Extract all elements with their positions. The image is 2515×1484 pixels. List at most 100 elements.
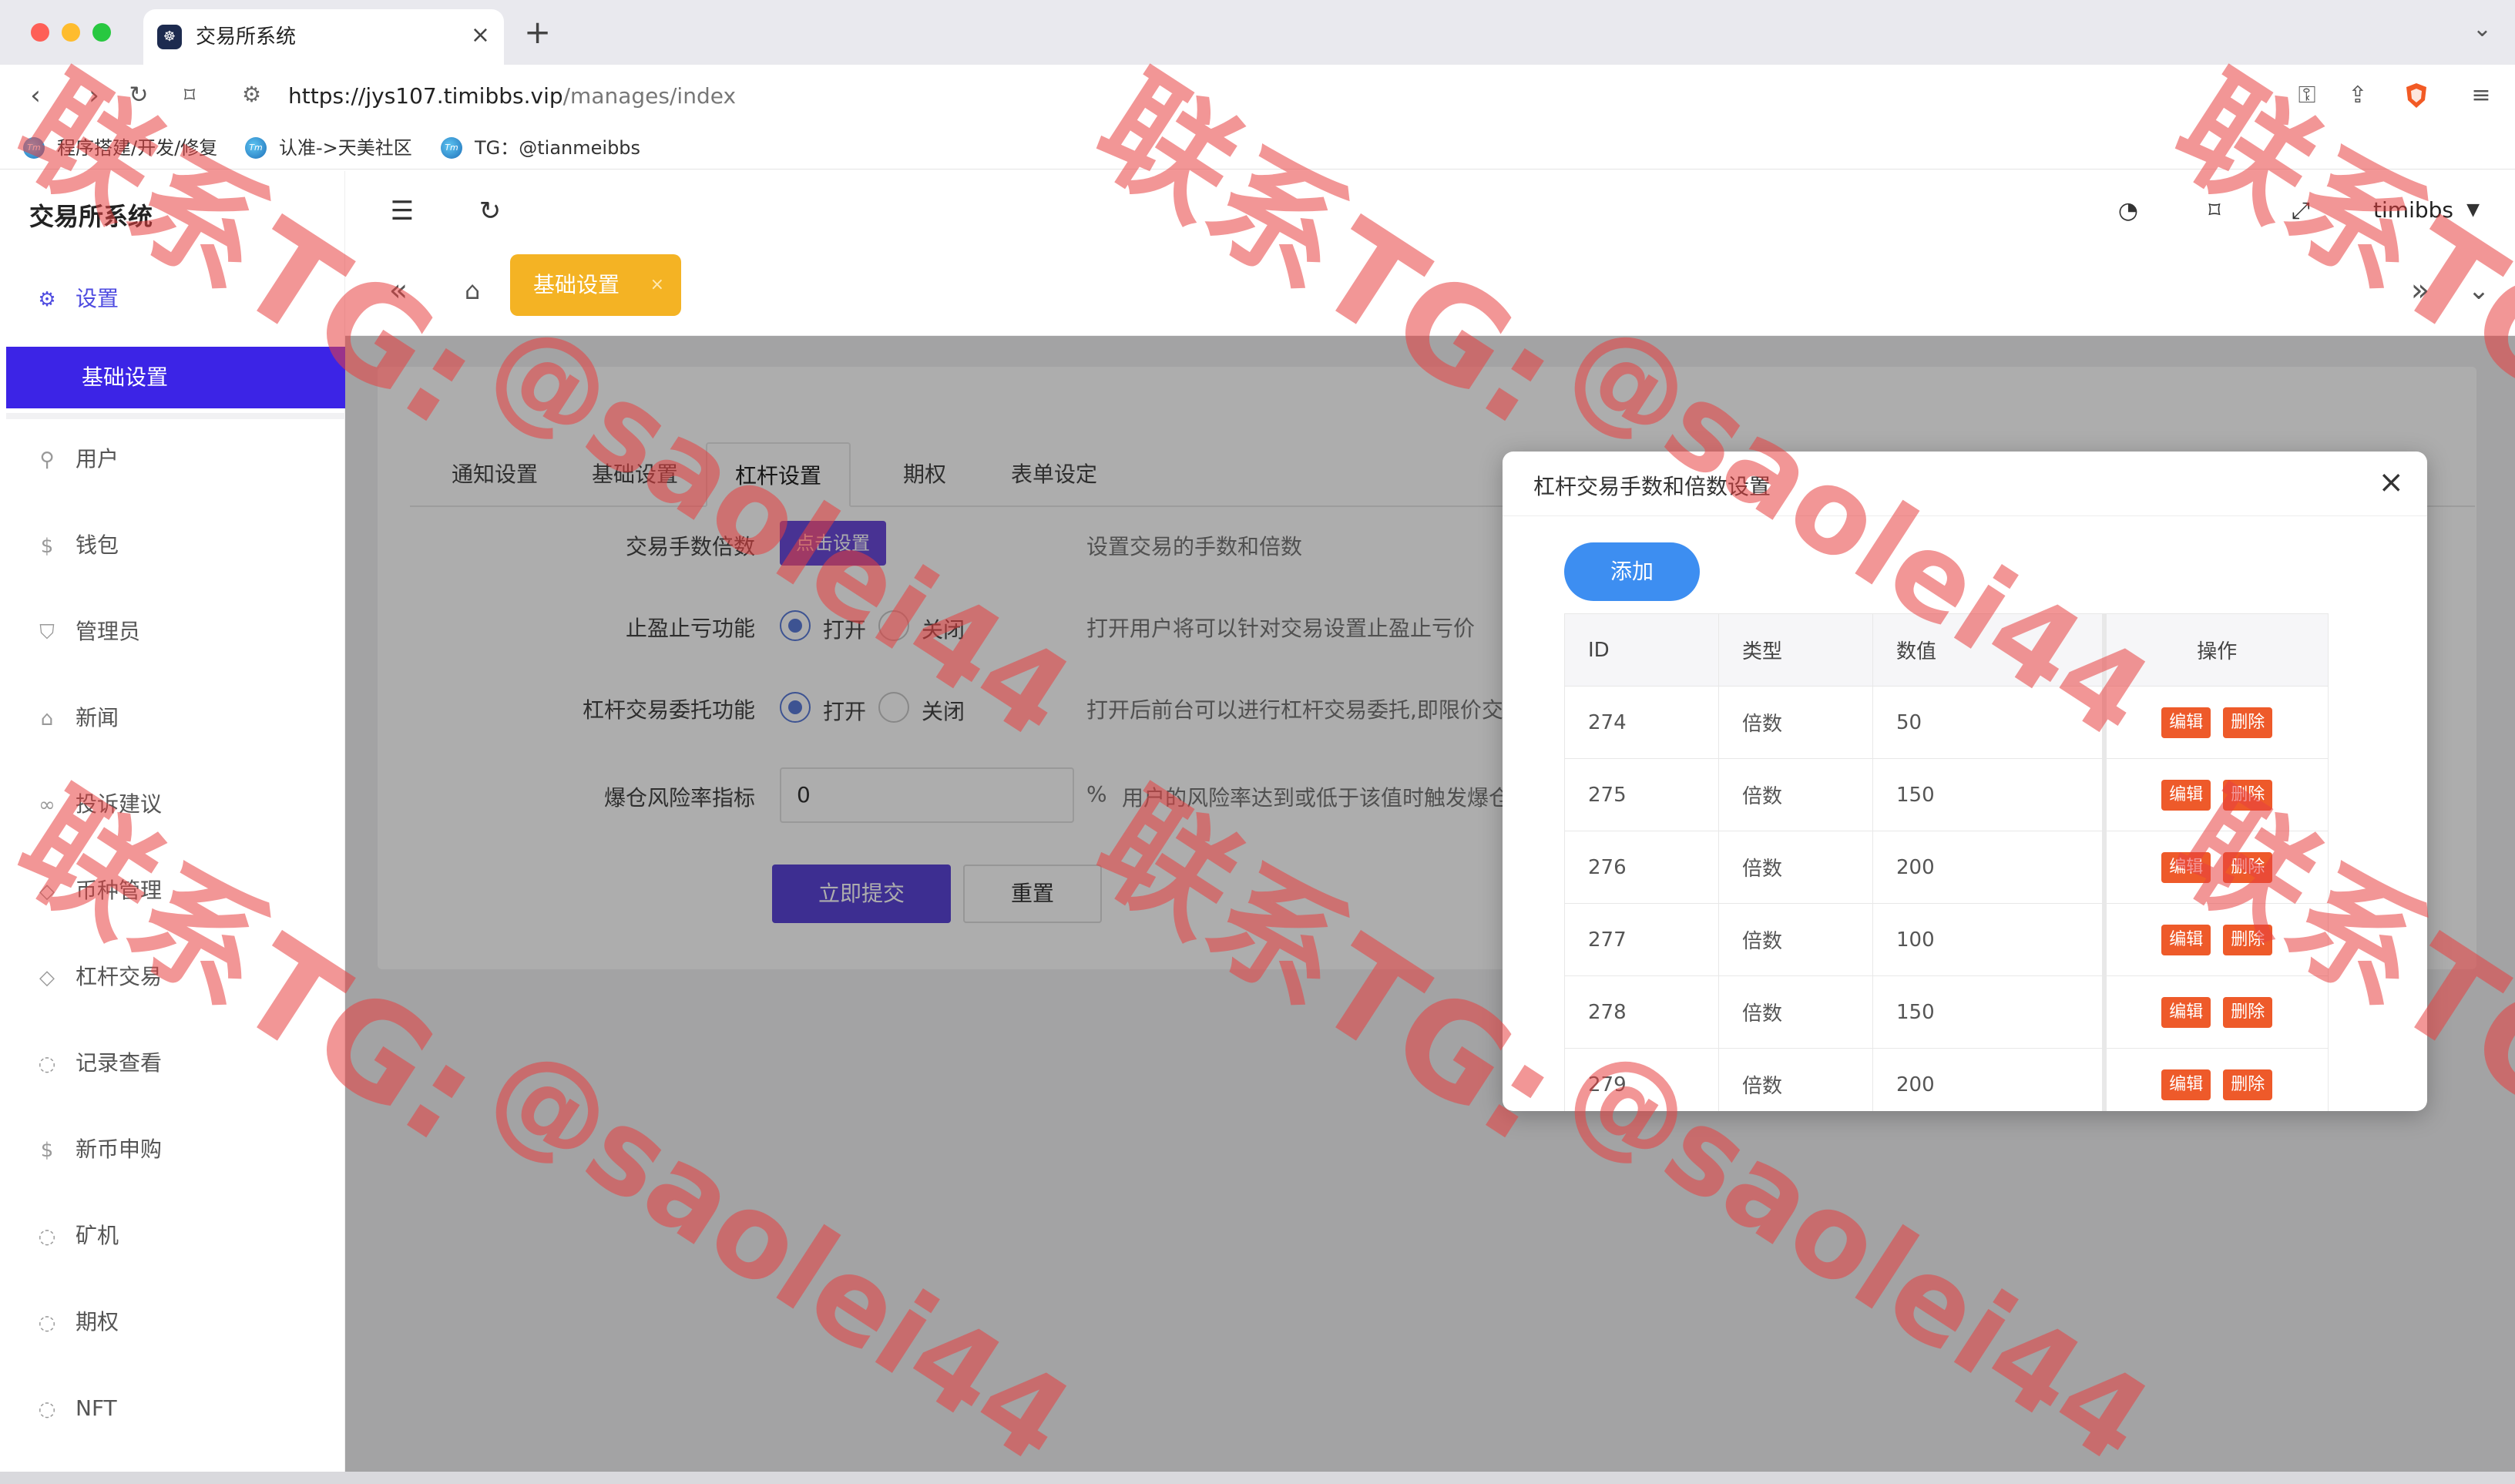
column-actions: 操作: [2101, 613, 2329, 687]
edit-button[interactable]: 编辑: [2161, 924, 2211, 955]
app-root: ☸ 交易所系统 × + ⌄ ‹ › ↻ ⌑ ⚙ https://jys107.t…: [0, 0, 2515, 1484]
tags-dropdown-icon[interactable]: ⌄: [2460, 271, 2498, 310]
browser-tab-title: 交易所系统: [196, 25, 297, 49]
edit-button[interactable]: 编辑: [2161, 779, 2211, 811]
site-settings-icon[interactable]: ⚙: [242, 82, 261, 107]
sidebar-item-records[interactable]: ◌ 记录查看: [0, 1032, 345, 1094]
window-zoom-button[interactable]: [92, 23, 111, 42]
user-icon: ⚲: [39, 448, 55, 472]
cell-type: 倍数: [1718, 903, 1873, 976]
edit-button[interactable]: 编辑: [2161, 707, 2211, 738]
edit-button[interactable]: 编辑: [2161, 996, 2211, 1028]
table-header-row: ID 类型 数值 操作: [1564, 613, 2329, 687]
gear-icon: ⚙: [38, 288, 56, 311]
back-icon[interactable]: ‹: [18, 79, 52, 112]
cell-actions: 编辑 删除: [2101, 1048, 2329, 1111]
window-close-button[interactable]: [31, 23, 49, 42]
new-tab-button[interactable]: +: [524, 14, 551, 51]
home-icon[interactable]: ⌂: [453, 271, 492, 310]
sidebar: 交易所系统 ⚙ 设置 基础设置 ⚲ 用户 $ 钱包 ⛉ 管理员 ⌂ 新闻 ∞ 投…: [0, 171, 345, 1484]
url-text: https://jys107.timibbs.vip/manages/index: [288, 83, 737, 109]
edit-button[interactable]: 编辑: [2161, 1069, 2211, 1100]
bookmark-item[interactable]: Tm TG：@tianmeibbs: [441, 134, 640, 162]
close-tab-icon[interactable]: ×: [471, 22, 490, 49]
tag-icon: ⌂: [40, 707, 54, 730]
key-icon[interactable]: ⚿: [2290, 79, 2324, 112]
add-button[interactable]: 添加: [1564, 542, 1700, 601]
sidebar-item-nft[interactable]: ◌ NFT: [0, 1378, 345, 1439]
sidebar-item-wallet[interactable]: $ 钱包: [0, 515, 345, 576]
menu-collapse-icon[interactable]: ☰: [387, 196, 418, 227]
top-bar: ☰ ↻ ◔ ⌑ ⤢ timibbs ▼: [345, 171, 2515, 251]
dollar-icon: $: [40, 535, 54, 558]
leverage-table: ID 类型 数值 操作 274 倍数 50 编辑 删除 275 倍数 150 编辑: [1564, 613, 2329, 1111]
cell-id: 279: [1564, 1048, 1719, 1111]
delete-button[interactable]: 删除: [2223, 779, 2273, 811]
cell-type: 倍数: [1718, 686, 1873, 759]
bookmark-icon[interactable]: ⌑: [173, 79, 207, 112]
refresh-icon[interactable]: ↻: [475, 196, 505, 227]
sidebar-item-options[interactable]: ◌ 期权: [0, 1291, 345, 1353]
close-icon[interactable]: ×: [2378, 465, 2404, 499]
cell-type: 倍数: [1718, 831, 1873, 904]
fullscreen-icon[interactable]: ⤢: [2285, 196, 2316, 227]
user-menu[interactable]: timibbs: [2373, 197, 2453, 223]
brave-shield-icon[interactable]: [2403, 82, 2430, 109]
cell-id: 275: [1564, 758, 1719, 831]
sidebar-divider: [6, 413, 345, 419]
table-row: 276 倍数 200 编辑 删除: [1564, 831, 2329, 904]
cell-value: 100: [1872, 903, 2104, 976]
delete-button[interactable]: 删除: [2223, 707, 2273, 738]
cell-value: 50: [1872, 686, 2104, 759]
diamond-icon: ◇: [39, 966, 55, 989]
forward-icon[interactable]: ›: [77, 79, 111, 112]
palette-icon[interactable]: ◔: [2113, 196, 2144, 227]
sidebar-item-news[interactable]: ⌂ 新闻: [0, 687, 345, 749]
sidebar-item-coins[interactable]: ◇ 币种管理: [0, 860, 345, 922]
delete-button[interactable]: 删除: [2223, 851, 2273, 883]
cell-value: 150: [1872, 758, 2104, 831]
cycle-icon: ◌: [38, 1311, 56, 1335]
tag-basic-settings[interactable]: 基础设置 ×: [510, 254, 681, 316]
menu-icon[interactable]: ≡: [2464, 79, 2498, 112]
reload-icon[interactable]: ↻: [122, 79, 156, 112]
share-icon[interactable]: ⇪: [2341, 79, 2375, 112]
cycle-icon: ◌: [38, 1398, 56, 1421]
tags-prev-icon[interactable]: «: [379, 271, 418, 310]
sidebar-item-basic-settings[interactable]: 基础设置: [6, 347, 345, 408]
caret-down-icon[interactable]: ▼: [2466, 200, 2480, 220]
browser-tab[interactable]: ☸ 交易所系统 ×: [143, 9, 504, 65]
column-value: 数值: [1872, 613, 2104, 687]
table-row: 274 倍数 50 编辑 删除: [1564, 686, 2329, 759]
sidebar-item-miner[interactable]: ◌ 矿机: [0, 1205, 345, 1267]
cell-actions: 编辑 删除: [2101, 831, 2329, 904]
cycle-icon: ◌: [38, 1053, 56, 1076]
tag-icon[interactable]: ⌑: [2199, 196, 2230, 227]
tag-close-icon[interactable]: ×: [650, 254, 664, 316]
shield-icon: ⛉: [39, 621, 55, 644]
cell-value: 200: [1872, 831, 2104, 904]
delete-button[interactable]: 删除: [2223, 996, 2273, 1028]
sidebar-item-users[interactable]: ⚲ 用户: [0, 428, 345, 490]
cell-id: 278: [1564, 975, 1719, 1049]
sidebar-item-settings[interactable]: ⚙ 设置: [0, 268, 345, 330]
sidebar-item-new-coin[interactable]: $ 新币申购: [0, 1119, 345, 1180]
table-row: 277 倍数 100 编辑 删除: [1564, 903, 2329, 976]
chevron-down-icon[interactable]: ⌄: [2473, 15, 2492, 42]
sidebar-item-leverage[interactable]: ◇ 杠杆交易: [0, 946, 345, 1008]
diamond-icon: ◇: [39, 880, 55, 903]
sidebar-item-feedback[interactable]: ∞ 投诉建议: [0, 774, 345, 835]
delete-button[interactable]: 删除: [2223, 1069, 2273, 1100]
tags-next-icon[interactable]: »: [2401, 271, 2439, 310]
window-minimize-button[interactable]: [62, 23, 80, 42]
url-field[interactable]: ⚙ https://jys107.timibbs.vip/manages/ind…: [228, 72, 2324, 119]
bookmark-favicon-icon: Tm: [245, 137, 267, 159]
sidebar-item-admins[interactable]: ⛉ 管理员: [0, 601, 345, 663]
bookmark-item[interactable]: Tm 认准->天美社区: [245, 134, 412, 162]
cell-type: 倍数: [1718, 758, 1873, 831]
cycle-icon: ◌: [38, 1225, 56, 1248]
edit-button[interactable]: 编辑: [2161, 851, 2211, 883]
bookmark-item[interactable]: Tm 程序搭建/开发/修复: [23, 134, 217, 162]
delete-button[interactable]: 删除: [2223, 924, 2273, 955]
bookmark-favicon-icon: Tm: [441, 137, 462, 159]
